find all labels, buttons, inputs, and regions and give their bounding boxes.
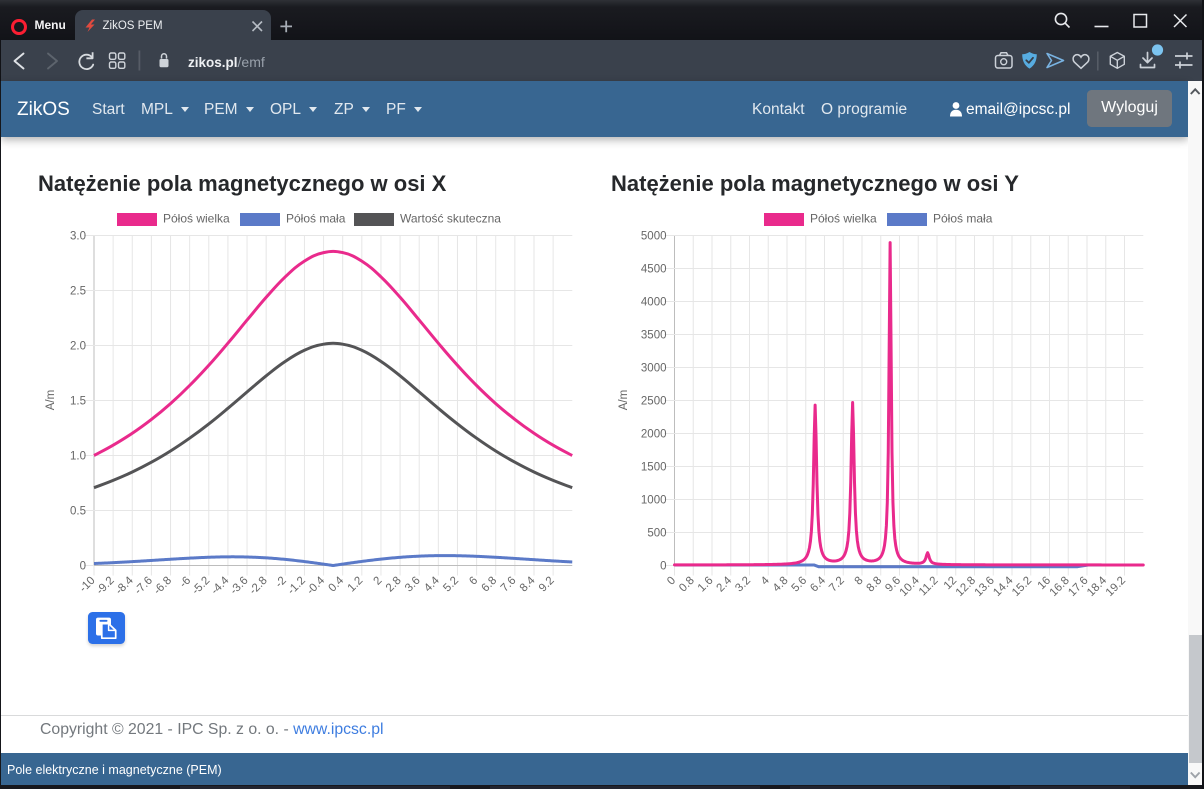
- svg-text:Półoś wielka: Półoś wielka: [810, 212, 877, 226]
- svg-text:2.5: 2.5: [70, 286, 86, 298]
- svg-text:-0.4: -0.4: [305, 574, 328, 597]
- svg-text:1.0: 1.0: [70, 451, 86, 463]
- svg-text:8.8: 8.8: [865, 575, 885, 595]
- svg-text:6.8: 6.8: [480, 575, 500, 595]
- svg-text:2: 2: [372, 575, 385, 588]
- svg-text:2000: 2000: [641, 429, 667, 441]
- svg-text:2.8: 2.8: [384, 575, 404, 595]
- svg-text:-7.6: -7.6: [133, 575, 156, 598]
- svg-text:7.6: 7.6: [499, 575, 519, 595]
- svg-text:9.2: 9.2: [537, 575, 557, 595]
- svg-text:17.6: 17.6: [1066, 575, 1090, 599]
- svg-text:Półoś mała: Półoś mała: [286, 212, 346, 226]
- svg-text:-8.4: -8.4: [113, 574, 136, 597]
- svg-text:5000: 5000: [641, 231, 667, 243]
- svg-text:2.4: 2.4: [715, 574, 735, 594]
- svg-text:4.4: 4.4: [422, 574, 442, 594]
- svg-text:4500: 4500: [641, 264, 667, 276]
- svg-text:-1.2: -1.2: [286, 575, 309, 598]
- svg-text:12.8: 12.8: [954, 575, 978, 599]
- svg-text:7.2: 7.2: [827, 575, 847, 595]
- svg-text:13.6: 13.6: [973, 575, 997, 599]
- svg-text:18.4: 18.4: [1085, 574, 1110, 599]
- svg-text:500: 500: [647, 528, 666, 540]
- svg-text:3.2: 3.2: [733, 575, 753, 595]
- svg-text:10.4: 10.4: [898, 574, 923, 599]
- svg-text:0.4: 0.4: [327, 574, 347, 594]
- svg-text:A/m: A/m: [45, 390, 57, 410]
- svg-text:8.4: 8.4: [518, 574, 538, 594]
- svg-text:6: 6: [467, 575, 480, 588]
- svg-text:14.4: 14.4: [991, 574, 1016, 599]
- svg-text:6.4: 6.4: [808, 574, 828, 594]
- svg-text:1.6: 1.6: [696, 575, 716, 595]
- svg-text:3000: 3000: [641, 363, 667, 375]
- svg-text:11.2: 11.2: [917, 575, 941, 599]
- svg-text:-2.8: -2.8: [247, 575, 270, 598]
- svg-text:-6.8: -6.8: [152, 575, 175, 598]
- svg-text:Półoś mała: Półoś mała: [933, 212, 993, 226]
- svg-text:3.6: 3.6: [403, 575, 423, 595]
- svg-text:0: 0: [660, 561, 666, 573]
- svg-text:-4.4: -4.4: [209, 574, 232, 597]
- svg-text:0.5: 0.5: [70, 506, 86, 518]
- svg-text:Wartość skuteczna: Wartość skuteczna: [400, 212, 501, 226]
- svg-text:0.8: 0.8: [677, 575, 697, 595]
- svg-text:2500: 2500: [641, 396, 667, 408]
- svg-text:A/m: A/m: [618, 390, 630, 410]
- svg-text:19.2: 19.2: [1104, 575, 1128, 599]
- svg-text:2.0: 2.0: [70, 341, 86, 353]
- svg-text:4.8: 4.8: [771, 575, 791, 595]
- svg-text:-3.6: -3.6: [228, 575, 251, 598]
- svg-text:5.2: 5.2: [441, 575, 461, 595]
- svg-text:3500: 3500: [641, 330, 667, 342]
- svg-text:1.2: 1.2: [346, 575, 366, 595]
- svg-text:15.2: 15.2: [1010, 575, 1034, 599]
- svg-text:1000: 1000: [641, 495, 667, 507]
- svg-text:1500: 1500: [641, 462, 667, 474]
- svg-text:1.5: 1.5: [70, 396, 86, 408]
- svg-text:3.0: 3.0: [70, 231, 86, 243]
- svg-text:4000: 4000: [641, 297, 667, 309]
- svg-text:-9.2: -9.2: [94, 575, 117, 598]
- svg-text:16.8: 16.8: [1048, 575, 1072, 599]
- svg-text:Półoś wielka: Półoś wielka: [163, 212, 230, 226]
- svg-text:5.6: 5.6: [790, 575, 810, 595]
- svg-text:0: 0: [80, 561, 86, 573]
- svg-text:-5.2: -5.2: [190, 575, 213, 598]
- svg-text:-10: -10: [77, 575, 97, 595]
